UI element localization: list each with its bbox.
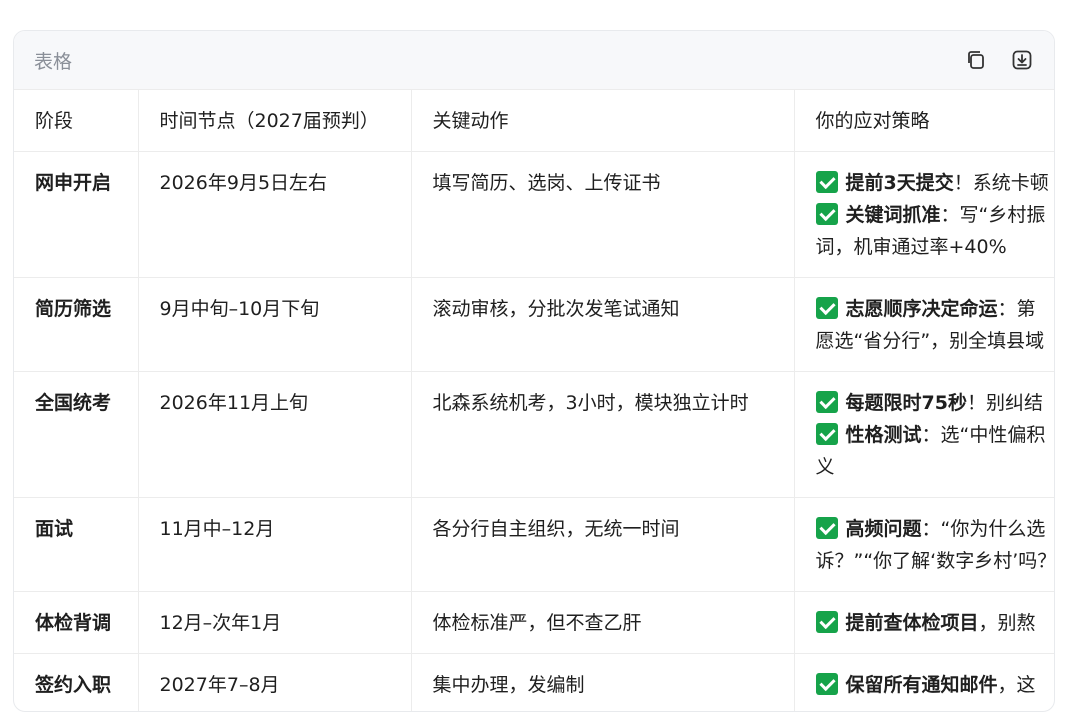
time-cell: 2027年7–8月 bbox=[138, 654, 411, 712]
action-cell: 体检标准严，但不查乙肝 bbox=[411, 592, 794, 654]
table-card: 表格 阶段 bbox=[13, 30, 1055, 712]
strategy-cell: 保留所有通知邮件，这 bbox=[794, 654, 1054, 712]
strategy-line: 志愿顺序决定命运：第 bbox=[816, 293, 1055, 325]
action-cell: 北森系统机考，3小时，模块独立计时 bbox=[411, 372, 794, 498]
strategy-line: 提前3天提交！系统卡顿 bbox=[816, 167, 1055, 199]
checkmark-icon bbox=[816, 517, 838, 539]
action-cell: 各分行自主组织，无统一时间 bbox=[411, 498, 794, 592]
strategy-line: 关键词抓准：写“乡村振 bbox=[816, 199, 1055, 231]
stage-cell: 简历筛选 bbox=[14, 278, 138, 372]
checkmark-icon bbox=[816, 423, 838, 445]
strategy-text: ：选“中性偏积 bbox=[922, 424, 1046, 446]
data-table: 阶段 时间节点（2027届预判） 关键动作 你的应对策略 网申开启2026年9月… bbox=[14, 90, 1054, 712]
strategy-highlight: 志愿顺序决定命运 bbox=[846, 298, 998, 320]
strategy-text: ：“你为什么选 bbox=[922, 518, 1046, 540]
strategy-text: ！别纠结 bbox=[967, 392, 1043, 414]
strategy-highlight: 每题限时75秒 bbox=[846, 392, 967, 414]
strategy-text: ：写“乡村振 bbox=[941, 204, 1046, 226]
strategy-line: 高频问题：“你为什么选 bbox=[816, 513, 1055, 545]
table-row: 签约入职2027年7–8月集中办理，发编制保留所有通知邮件，这 bbox=[14, 654, 1054, 712]
header-row: 阶段 时间节点（2027届预判） 关键动作 你的应对策略 bbox=[14, 90, 1054, 152]
table-row: 体检背调12月–次年1月体检标准严，但不查乙肝提前查体检项目，别熬 bbox=[14, 592, 1054, 654]
strategy-cell: 高频问题：“你为什么选诉？”“你了解‘数字乡村’吗？ bbox=[794, 498, 1054, 592]
time-cell: 2026年11月上旬 bbox=[138, 372, 411, 498]
checkmark-icon bbox=[816, 171, 838, 193]
checkmark-icon bbox=[816, 391, 838, 413]
strategy-highlight: 提前查体检项目 bbox=[846, 612, 979, 634]
table-row: 简历筛选9月中旬–10月下旬滚动审核，分批次发笔试通知志愿顺序决定命运：第愿选“… bbox=[14, 278, 1054, 372]
strategy-highlight: 保留所有通知邮件 bbox=[846, 674, 998, 696]
strategy-text: ！系统卡顿 bbox=[954, 172, 1049, 194]
table-row: 网申开启2026年9月5日左右填写简历、选岗、上传证书提前3天提交！系统卡顿关键… bbox=[14, 152, 1054, 278]
stage-cell: 体检背调 bbox=[14, 592, 138, 654]
column-header-stage: 阶段 bbox=[14, 90, 138, 152]
stage-cell: 网申开启 bbox=[14, 152, 138, 278]
strategy-line: 每题限时75秒！别纠结 bbox=[816, 387, 1055, 419]
strategy-highlight: 性格测试 bbox=[846, 424, 922, 446]
time-cell: 12月–次年1月 bbox=[138, 592, 411, 654]
table-scroll-area[interactable]: 阶段 时间节点（2027届预判） 关键动作 你的应对策略 网申开启2026年9月… bbox=[14, 90, 1054, 712]
action-cell: 集中办理，发编制 bbox=[411, 654, 794, 712]
strategy-line: 保留所有通知邮件，这 bbox=[816, 669, 1055, 701]
table-row: 全国统考2026年11月上旬北森系统机考，3小时，模块独立计时每题限时75秒！别… bbox=[14, 372, 1054, 498]
toolbar bbox=[964, 48, 1034, 72]
strategy-cell: 每题限时75秒！别纠结性格测试：选“中性偏积义 bbox=[794, 372, 1054, 498]
time-cell: 2026年9月5日左右 bbox=[138, 152, 411, 278]
table-header-bar: 表格 bbox=[14, 31, 1054, 90]
checkmark-icon bbox=[816, 611, 838, 633]
checkmark-icon bbox=[816, 673, 838, 695]
strategy-line: 义 bbox=[816, 451, 1055, 483]
strategy-text: ，别熬 bbox=[979, 612, 1036, 634]
column-header-strategy: 你的应对策略 bbox=[794, 90, 1054, 152]
strategy-highlight: 提前3天提交 bbox=[846, 172, 954, 194]
strategy-line: 提前查体检项目，别熬 bbox=[816, 607, 1055, 639]
strategy-highlight: 关键词抓准 bbox=[846, 204, 941, 226]
time-cell: 11月中–12月 bbox=[138, 498, 411, 592]
strategy-text: 愿选“省分行”，别全填县域 bbox=[816, 330, 1045, 352]
strategy-line: 愿选“省分行”，别全填县域 bbox=[816, 325, 1055, 357]
column-header-action: 关键动作 bbox=[411, 90, 794, 152]
action-cell: 填写简历、选岗、上传证书 bbox=[411, 152, 794, 278]
strategy-cell: 提前查体检项目，别熬 bbox=[794, 592, 1054, 654]
checkmark-icon bbox=[816, 297, 838, 319]
table-row: 面试11月中–12月各分行自主组织，无统一时间高频问题：“你为什么选诉？”“你了… bbox=[14, 498, 1054, 592]
action-cell: 滚动审核，分批次发笔试通知 bbox=[411, 278, 794, 372]
strategy-line: 诉？”“你了解‘数字乡村’吗？ bbox=[816, 545, 1055, 577]
strategy-line: 词，机审通过率+40% bbox=[816, 231, 1055, 263]
strategy-text: 义 bbox=[816, 456, 835, 478]
strategy-text: ，这 bbox=[998, 674, 1036, 696]
stage-cell: 签约入职 bbox=[14, 654, 138, 712]
strategy-text: ：第 bbox=[998, 298, 1036, 320]
stage-cell: 全国统考 bbox=[14, 372, 138, 498]
strategy-text: 诉？”“你了解‘数字乡村’吗？ bbox=[816, 550, 1055, 572]
strategy-cell: 提前3天提交！系统卡顿关键词抓准：写“乡村振词，机审通过率+40% bbox=[794, 152, 1054, 278]
copy-icon[interactable] bbox=[964, 48, 988, 72]
time-cell: 9月中旬–10月下旬 bbox=[138, 278, 411, 372]
checkmark-icon bbox=[816, 203, 838, 225]
table-title: 表格 bbox=[34, 47, 72, 74]
strategy-highlight: 高频问题 bbox=[846, 518, 922, 540]
strategy-line: 性格测试：选“中性偏积 bbox=[816, 419, 1055, 451]
strategy-cell: 志愿顺序决定命运：第愿选“省分行”，别全填县域 bbox=[794, 278, 1054, 372]
download-icon[interactable] bbox=[1010, 48, 1034, 72]
column-header-time: 时间节点（2027届预判） bbox=[138, 90, 411, 152]
strategy-text: 词，机审通过率+40% bbox=[816, 236, 1007, 258]
stage-cell: 面试 bbox=[14, 498, 138, 592]
